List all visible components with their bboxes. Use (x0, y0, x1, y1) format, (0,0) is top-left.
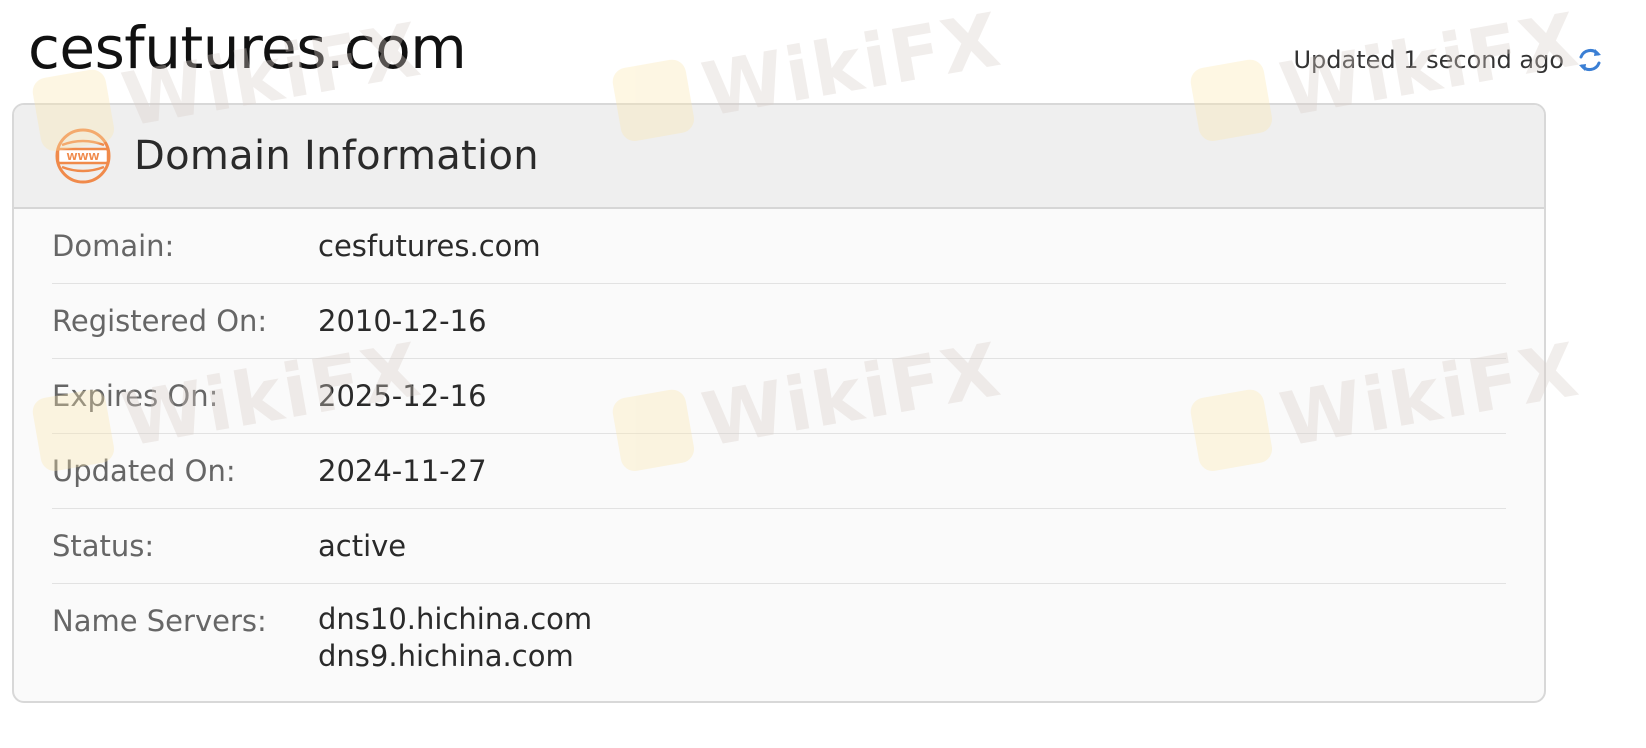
card-header: WWW Domain Information (14, 105, 1544, 209)
row-label: Domain: (52, 229, 175, 263)
name-server-list: dns10.hichina.com dns9.hichina.com (318, 602, 592, 678)
row-updated-on: Updated On: 2024-11-27 (52, 434, 1506, 509)
row-label: Updated On: (52, 454, 236, 488)
row-name-servers: Name Servers: dns10.hichina.com dns9.hic… (52, 584, 1506, 678)
row-value: cesfutures.com (318, 229, 541, 263)
row-status: Status: active (52, 509, 1506, 584)
row-label: Expires On: (52, 379, 219, 413)
www-icon: WWW (54, 127, 112, 185)
row-label: Name Servers: (52, 604, 267, 638)
info-rows: Domain: cesfutures.com Registered On: 20… (14, 209, 1544, 678)
row-value: 2025-12-16 (318, 379, 487, 413)
svg-text:WWW: WWW (66, 152, 99, 163)
row-value: 2010-12-16 (318, 304, 487, 338)
row-registered-on: Registered On: 2010-12-16 (52, 284, 1506, 359)
updated-status: Updated 1 second ago (1293, 44, 1606, 76)
row-label: Registered On: (52, 304, 268, 338)
domain-info-card: WWW Domain Information Domain: cesfuture… (12, 103, 1546, 703)
page-title: cesfutures.com (28, 14, 467, 82)
row-value: 2024-11-27 (318, 454, 487, 488)
card-title: Domain Information (134, 133, 539, 179)
row-expires-on: Expires On: 2025-12-16 (52, 359, 1506, 434)
row-domain: Domain: cesfutures.com (52, 209, 1506, 284)
name-server-item: dns9.hichina.com (318, 639, 574, 673)
refresh-icon[interactable] (1574, 44, 1606, 76)
row-value: active (318, 529, 407, 563)
row-label: Status: (52, 529, 155, 563)
updated-text: Updated 1 second ago (1293, 46, 1564, 74)
